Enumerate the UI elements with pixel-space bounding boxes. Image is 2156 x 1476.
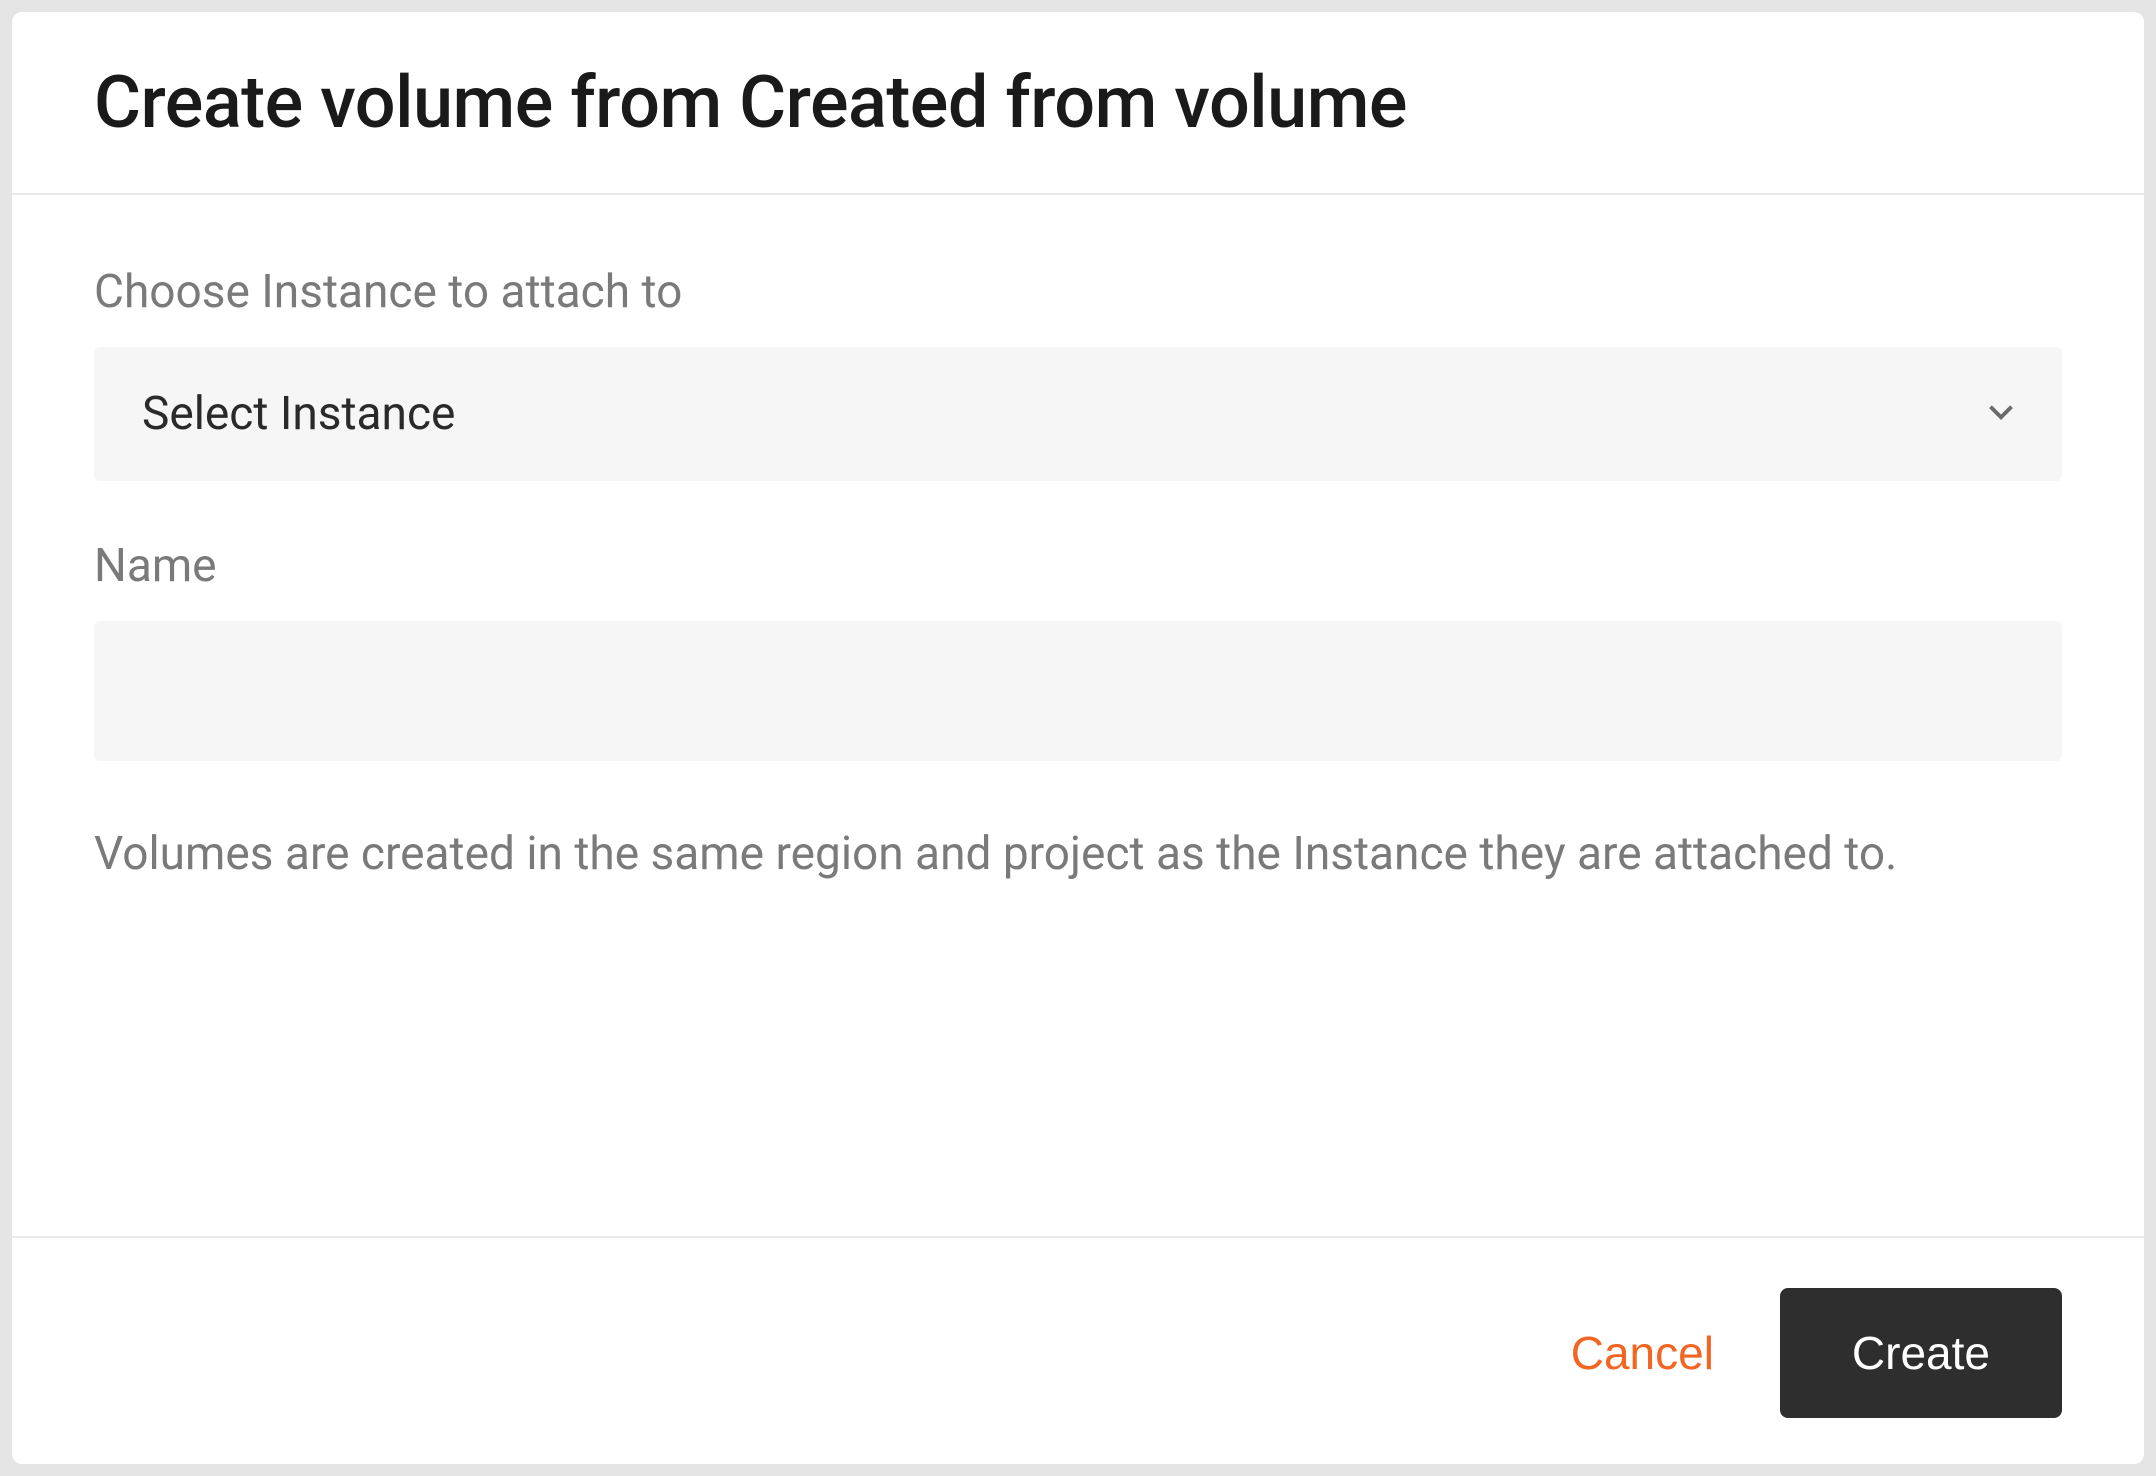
instance-label: Choose Instance to attach to	[94, 265, 2062, 319]
instance-select[interactable]: Select Instance	[94, 347, 2062, 481]
dialog-footer: Cancel Create	[12, 1236, 2144, 1464]
instance-select-wrapper: Select Instance	[94, 347, 2062, 481]
name-input[interactable]	[94, 621, 2062, 761]
name-label: Name	[94, 539, 2062, 593]
create-volume-dialog: Create volume from Created from volume C…	[12, 12, 2144, 1464]
create-button[interactable]: Create	[1780, 1288, 2062, 1418]
cancel-button[interactable]: Cancel	[1561, 1314, 1724, 1392]
name-field-group: Name	[94, 539, 2062, 761]
dialog-body: Choose Instance to attach to Select Inst…	[12, 195, 2144, 1236]
instance-select-value: Select Instance	[142, 387, 455, 441]
help-text: Volumes are created in the same region a…	[94, 819, 2062, 890]
instance-field-group: Choose Instance to attach to Select Inst…	[94, 265, 2062, 481]
dialog-title: Create volume from Created from volume	[94, 60, 2062, 145]
dialog-header: Create volume from Created from volume	[12, 12, 2144, 195]
